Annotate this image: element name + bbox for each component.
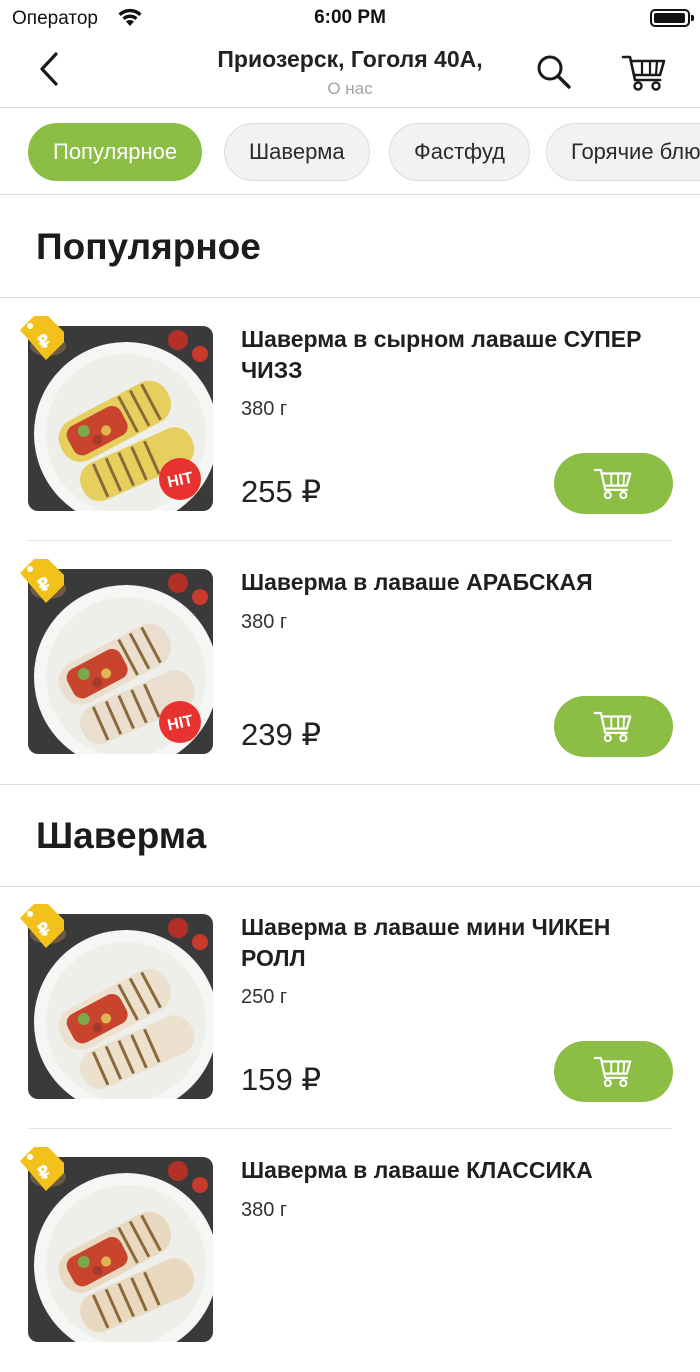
discount-tag-icon: ₽ [20,559,64,603]
product-weight: 250 г [241,986,288,1008]
add-to-cart-button[interactable] [554,1041,673,1102]
add-to-cart-button[interactable] [554,696,673,757]
back-button[interactable] [30,48,74,92]
status-time: 6:00 PM [314,7,386,28]
category-chip-hot-dishes[interactable]: Горячие блюда [546,123,700,181]
product-price: 159 ₽ [241,1062,322,1097]
product-name: Шаверма в лаваше АРАБСКАЯ [241,569,593,595]
navigation-bar: Приозерск, Гоголя 40А, О нас [0,36,700,108]
category-chip-fastfood[interactable]: Фастфуд [389,123,530,181]
section-title: Шаверма [36,815,207,856]
section-header: Шаверма [0,785,700,887]
hit-badge: HIT [159,458,201,500]
product-item[interactable]: ₽ Шаверма в лаваше мини ЧИКЕН РОЛЛ 250 г… [0,886,700,1129]
product-item[interactable]: HIT ₽ Шаверма в лаваше АРАБСКАЯ 380 г 23… [0,541,700,784]
product-weight: 380 г [241,1199,288,1221]
product-name: Шаверма в лаваше мини ЧИКЕН РОЛЛ [241,914,611,971]
about-link[interactable]: О нас [150,79,550,99]
search-icon [537,55,571,89]
status-bar: Оператор 6:00 PM [0,0,700,36]
discount-tag-icon: ₽ [20,316,64,360]
cart-icon [621,55,666,91]
product-weight: 380 г [241,611,288,633]
category-chips: Популярное Шаверма Фастфуд Горячие блюда [0,109,700,195]
product-price: 255 ₽ [241,474,322,509]
discount-tag-icon: ₽ [20,904,64,948]
section-header: Популярное [0,196,700,298]
category-chip-popular[interactable]: Популярное [28,123,203,181]
cart-add-icon [593,468,632,500]
cart-add-icon [593,711,632,743]
product-item[interactable]: HIT ₽ Шаверма в сырном лаваше СУПЕР ЧИЗЗ… [0,298,700,541]
search-button[interactable] [532,50,576,94]
battery-icon [650,9,694,27]
product-name: Шаверма в сырном лаваше СУПЕР ЧИЗЗ [241,326,642,383]
product-item[interactable]: ₽ Шаверма в лаваше КЛАССИКА 380 г [0,1129,700,1372]
page-title[interactable]: Приозерск, Гоголя 40А, [150,46,550,73]
add-to-cart-button[interactable] [554,453,673,514]
section-title: Популярное [36,226,261,267]
product-name: Шаверма в лаваше КЛАССИКА [241,1157,593,1183]
discount-tag-icon: ₽ [20,1147,64,1191]
chevron-left-icon [40,52,58,86]
category-chip-shawarma[interactable]: Шаверма [224,123,370,181]
cart-add-icon [593,1056,632,1088]
product-weight: 380 г [241,398,288,420]
cart-button[interactable] [620,50,668,94]
hit-badge: HIT [159,701,201,743]
product-price: 239 ₽ [241,717,322,752]
